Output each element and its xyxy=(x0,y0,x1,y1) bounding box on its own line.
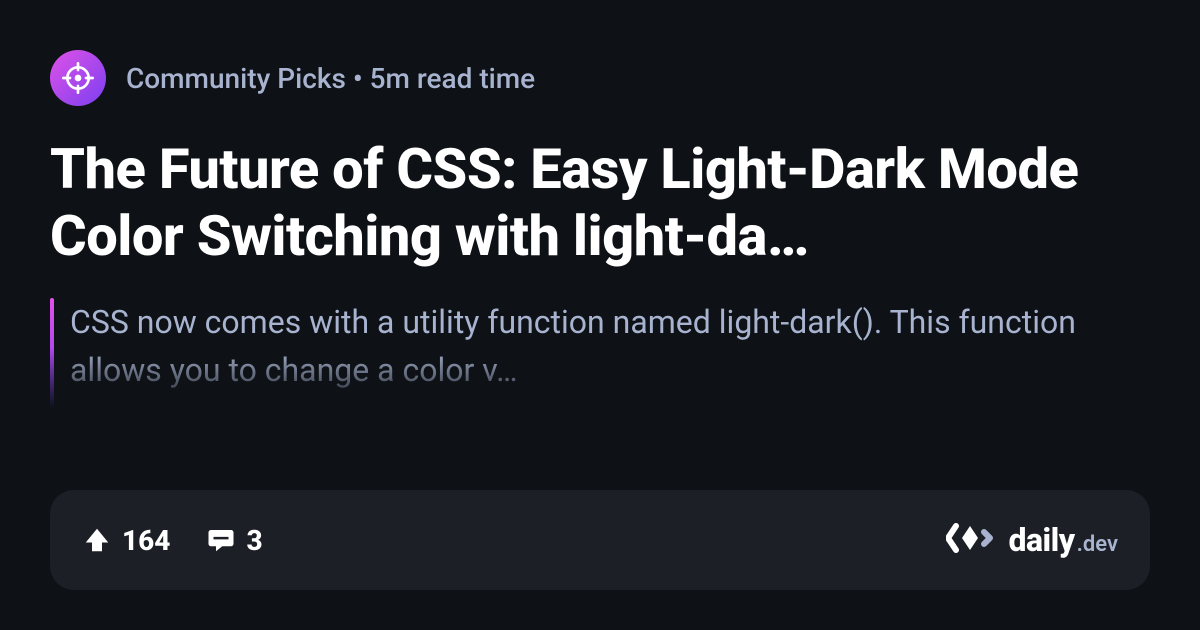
comment-stat[interactable]: 3 xyxy=(206,524,262,557)
post-excerpt: CSS now comes with a utility function na… xyxy=(70,298,1150,394)
upvote-stat[interactable]: 164 xyxy=(82,524,170,557)
meta-separator: • xyxy=(346,62,370,95)
brand-name-main: daily xyxy=(1008,521,1074,559)
footer-bar: 164 3 daily.dev xyxy=(50,490,1150,590)
source-avatar[interactable] xyxy=(50,50,106,106)
post-meta-row: Community Picks • 5m read time xyxy=(50,50,1150,106)
post-stats: 164 3 xyxy=(82,524,263,557)
upvote-count: 164 xyxy=(122,524,170,557)
brand-logo-group[interactable]: daily.dev xyxy=(946,514,1118,566)
upvote-icon xyxy=(82,525,112,555)
comment-icon xyxy=(206,525,236,555)
comment-count: 3 xyxy=(246,524,262,557)
brand-name-suffix: .dev xyxy=(1077,532,1118,557)
post-excerpt-wrapper: CSS now comes with a utility function na… xyxy=(50,298,1150,408)
excerpt-accent-border xyxy=(50,298,54,408)
post-meta-text: Community Picks • 5m read time xyxy=(126,62,535,95)
read-time: 5m read time xyxy=(370,62,536,95)
dailydev-logo-icon xyxy=(946,514,994,566)
post-title[interactable]: The Future of CSS: Easy Light-Dark Mode … xyxy=(50,136,1150,270)
crosshair-icon xyxy=(62,62,94,94)
source-name[interactable]: Community Picks xyxy=(126,62,346,95)
